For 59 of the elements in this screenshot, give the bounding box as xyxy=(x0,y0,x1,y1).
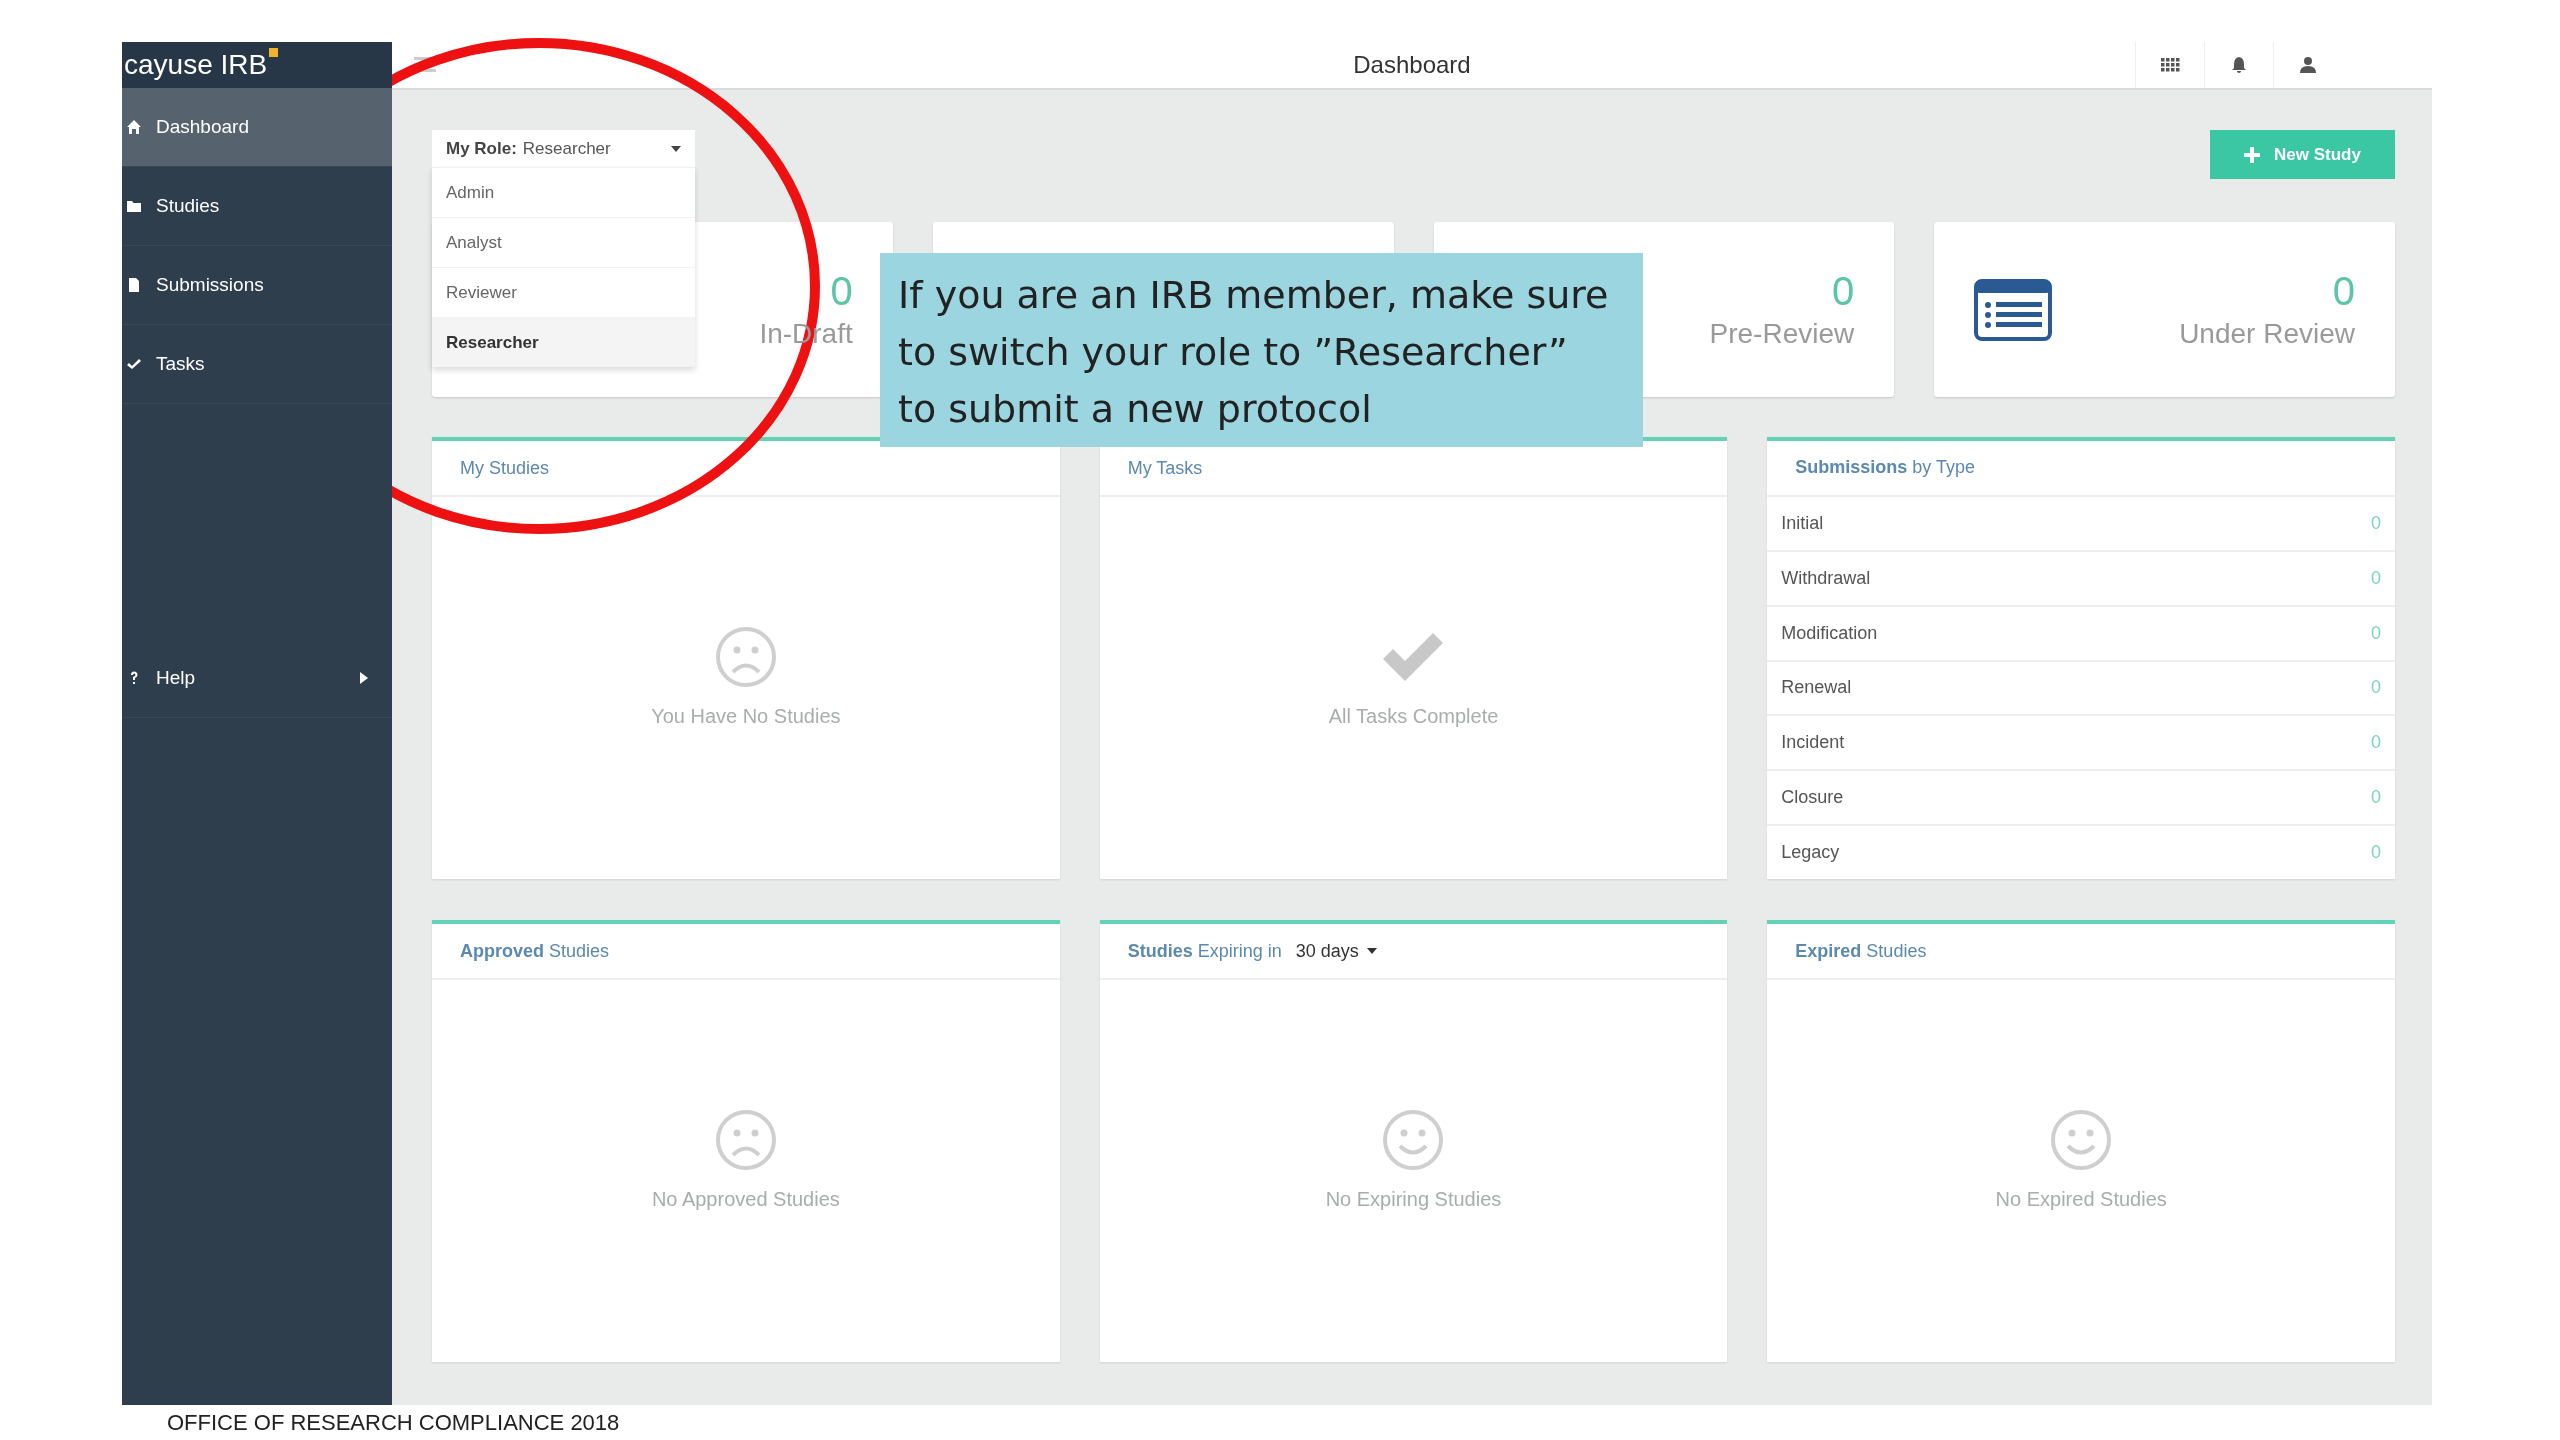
document-icon xyxy=(126,277,142,293)
menu-item[interactable]: Researcher xyxy=(432,317,695,367)
menu-item[interactable]: Admin xyxy=(432,167,695,217)
menu-icon xyxy=(414,57,436,73)
checkmark-icon xyxy=(1381,631,1446,683)
folder-icon xyxy=(126,198,142,214)
brand-logo: cayuse IRB xyxy=(124,49,268,81)
stat-label: Pre-Review xyxy=(1709,318,1855,350)
empty-message: You Have No Studies xyxy=(651,705,841,728)
user-icon[interactable] xyxy=(2298,55,2318,75)
chevron-icon xyxy=(360,672,368,684)
days-dropdown[interactable]: 30 days xyxy=(1295,940,1377,962)
row-count: 0 xyxy=(2371,787,2381,809)
sidebar-item[interactable]: Dashboard xyxy=(122,88,392,167)
check-icon xyxy=(126,356,142,372)
empty-message: No Approved Studies xyxy=(651,1188,840,1211)
row-label: Incident xyxy=(1781,732,1845,754)
row-count: 0 xyxy=(2371,567,2381,589)
row-label: Renewal xyxy=(1781,677,1852,699)
row-count: 0 xyxy=(2371,842,2381,864)
sidebar-item[interactable]: Tasks xyxy=(122,325,392,404)
page-title: Dashboard xyxy=(1353,51,1471,78)
callout-note: If you are an IRB member, make sure to switch your role to ”Researcher” to submit a new protocol xyxy=(880,253,1643,447)
row-label: Initial xyxy=(1781,512,1824,534)
stat-count: 0 xyxy=(2332,269,2355,314)
row-label: Legacy xyxy=(1781,842,1840,864)
row-count: 0 xyxy=(2371,622,2381,644)
sad-face-icon xyxy=(713,625,778,689)
row-label: Modification xyxy=(1781,622,1878,644)
stat-count: 0 xyxy=(830,269,853,314)
caret-icon xyxy=(1366,948,1377,954)
home-icon xyxy=(126,119,142,135)
smiley-icon xyxy=(2049,1108,2114,1172)
empty-message: All Tasks Complete xyxy=(1328,705,1499,728)
empty-message: No Expiring Studies xyxy=(1325,1188,1502,1211)
sidebar-item[interactable]: Help xyxy=(122,639,392,718)
row-count: 0 xyxy=(2371,732,2381,754)
smiley-icon xyxy=(1381,1108,1446,1172)
row-count: 0 xyxy=(2371,512,2381,534)
caret-icon xyxy=(671,145,681,152)
plus-icon xyxy=(2244,146,2261,163)
sad-face-icon xyxy=(713,1108,778,1172)
row-count: 0 xyxy=(2371,677,2381,699)
panel-title: Studies Expiring in xyxy=(1127,940,1282,962)
panel-title: Approved Studies xyxy=(460,940,610,962)
stat-label: Under Review xyxy=(2179,318,2355,350)
empty-message: No Expired Studies xyxy=(1995,1188,2167,1211)
role-dropdown[interactable]: My Role: Researcher xyxy=(432,130,695,167)
grid-icon[interactable] xyxy=(2160,55,2180,75)
list-icon xyxy=(1974,278,2053,341)
panel-title: My Tasks xyxy=(1127,457,1203,479)
panel-title: Submissions by Type xyxy=(1795,457,1976,479)
panel-title: Expired Studies xyxy=(1795,940,1927,962)
row-label: Withdrawal xyxy=(1781,567,1871,589)
panel-title: My Studies xyxy=(460,457,550,479)
row-label: Closure xyxy=(1781,787,1844,809)
sidebar-item[interactable]: Studies xyxy=(122,167,392,246)
sidebar-item[interactable]: Submissions xyxy=(122,246,392,325)
stat-count: 0 xyxy=(1832,269,1855,314)
